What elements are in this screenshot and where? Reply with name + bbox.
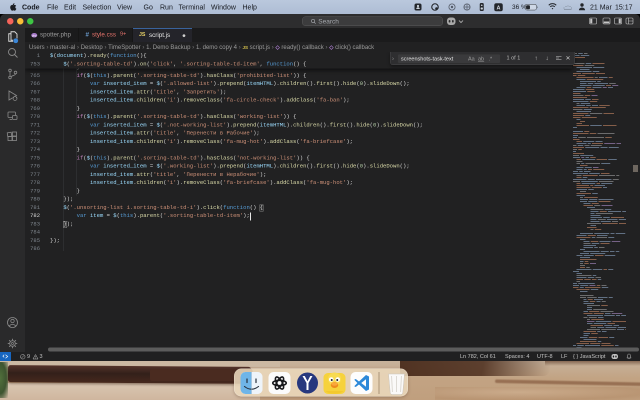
svg-text:A: A [497,5,501,11]
svg-text:php: php [32,33,37,37]
